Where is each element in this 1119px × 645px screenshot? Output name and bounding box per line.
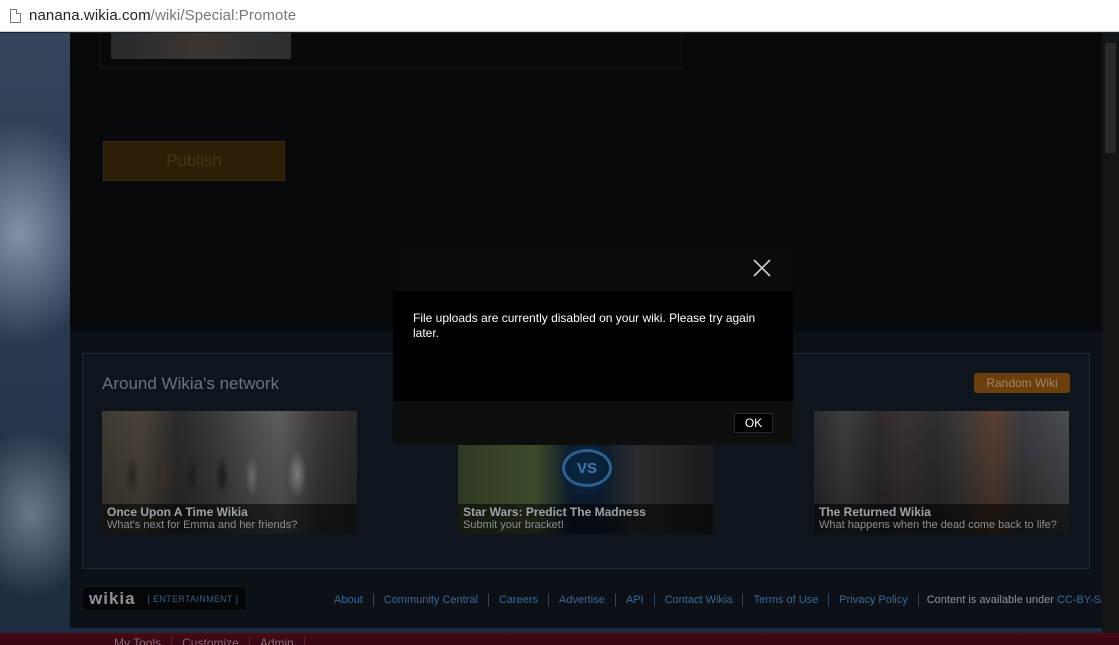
- modal-footer: OK: [393, 401, 793, 445]
- footer-link-careers[interactable]: Careers: [487, 594, 548, 606]
- footer-links: About Community Central Careers Advertis…: [334, 594, 1112, 606]
- license-link[interactable]: CC-BY-SA: [1057, 594, 1109, 606]
- preview-image: [111, 33, 291, 59]
- url-host: nanana.wikia.com: [29, 7, 151, 24]
- card-caption: Once Upon A Time Wikia What's next for E…: [102, 504, 357, 534]
- ok-button[interactable]: OK: [734, 413, 773, 433]
- footer-link-advertise[interactable]: Advertise: [548, 594, 615, 606]
- card-caption: Star Wars: Predict The Madness Submit yo…: [458, 504, 713, 534]
- toolbar-customize[interactable]: Customize: [172, 636, 250, 645]
- footer-link-contact-wikia[interactable]: Contact Wikia: [653, 594, 743, 606]
- url-text[interactable]: nanana.wikia.com/wiki/Special:Promote: [29, 7, 296, 24]
- footer-link-privacy-policy[interactable]: Privacy Policy: [828, 594, 917, 606]
- card-caption: The Returned Wikia What happens when the…: [814, 504, 1069, 534]
- logo-word: wikia: [89, 588, 136, 608]
- card-image-figures: [112, 436, 347, 506]
- network-card-once-upon-a-time[interactable]: Once Upon A Time Wikia What's next for E…: [102, 411, 357, 534]
- card-subtitle: What's next for Emma and her friends?: [107, 519, 298, 531]
- vertical-scrollbar[interactable]: [1102, 33, 1119, 633]
- modal-message: File uploads are currently disabled on y…: [393, 291, 793, 401]
- url-path: /wiki/Special:Promote: [150, 7, 297, 24]
- scrollbar-thumb[interactable]: [1105, 43, 1116, 153]
- toolbar-my-tools[interactable]: My Tools: [104, 636, 173, 645]
- network-card-the-returned[interactable]: The Returned Wikia What happens when the…: [814, 411, 1069, 534]
- page-icon: [10, 8, 21, 23]
- toolbar-admin[interactable]: Admin: [250, 636, 305, 645]
- close-icon[interactable]: [753, 259, 771, 277]
- logo-tag: [ ENTERTAINMENT ]: [147, 593, 239, 604]
- footer-link-about[interactable]: About: [334, 594, 373, 606]
- preview-frame: [100, 33, 682, 69]
- bottom-toolbar: My Tools Customize Admin: [0, 633, 1119, 645]
- publish-button[interactable]: Publish: [103, 141, 285, 181]
- wikia-logo[interactable]: wikia [ ENTERTAINMENT ]: [82, 586, 247, 611]
- card-title: Star Wars: Predict The Madness: [463, 505, 646, 519]
- footer-link-community-central[interactable]: Community Central: [372, 594, 488, 606]
- random-wiki-button[interactable]: Random Wiki: [974, 373, 1070, 393]
- license-notice: Content is available under CC-BY-SA.: [917, 594, 1112, 606]
- license-text: Content is available under: [926, 594, 1057, 606]
- browser-address-bar[interactable]: nanana.wikia.com/wiki/Special:Promote: [0, 0, 1119, 32]
- card-title: Once Upon A Time Wikia: [107, 505, 248, 519]
- modal-header: [393, 245, 793, 291]
- vs-badge: VS: [562, 449, 612, 487]
- card-subtitle: What happens when the dead come back to …: [819, 519, 1057, 531]
- card-title: The Returned Wikia: [819, 505, 931, 519]
- card-subtitle: Submit your bracket!: [463, 519, 564, 531]
- footer-link-terms-of-use[interactable]: Terms of Use: [742, 594, 828, 606]
- network-title: Around Wikia's network: [102, 374, 280, 393]
- footer-link-api[interactable]: API: [614, 594, 654, 606]
